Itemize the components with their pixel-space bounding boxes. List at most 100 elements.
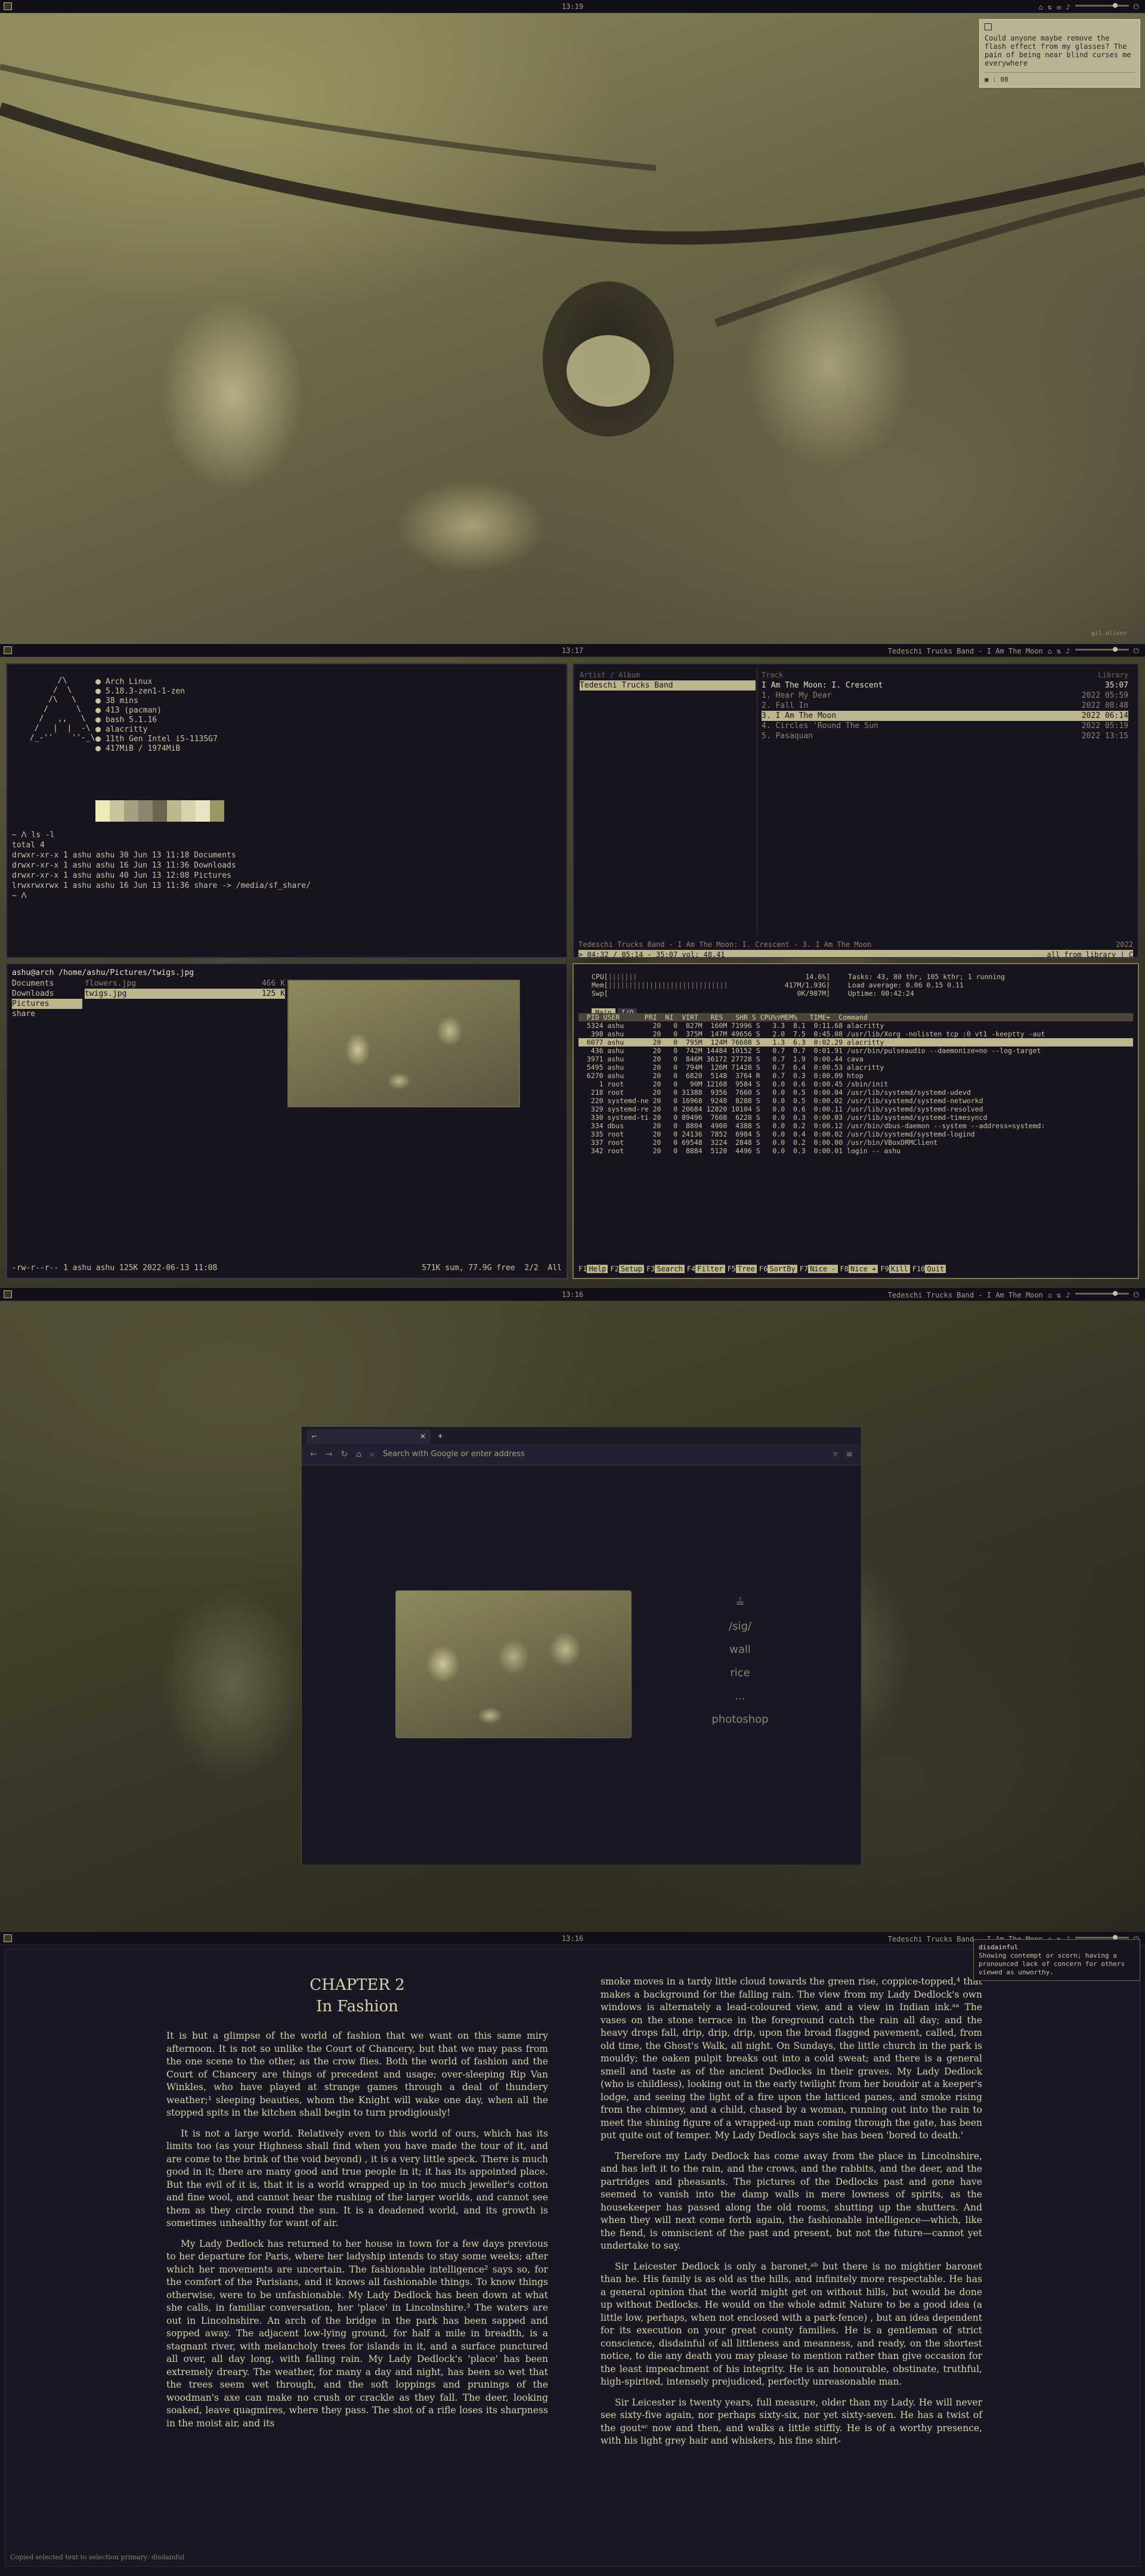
- fkey-nice[interactable]: F7 Nice -: [800, 1265, 838, 1273]
- parent-dir-item[interactable]: Pictures: [12, 999, 82, 1009]
- volume-slider[interactable]: [1075, 1935, 1129, 1940]
- terminal-htop[interactable]: CPU[||||||| 14.6%] Mem[||||||||||||||||||…: [572, 963, 1139, 1279]
- arch-logo-ascii: /\ / \ /\ \ / \ / ,, \ / | | -\ /_-'' ''…: [25, 676, 95, 743]
- volume-icon[interactable]: ♪: [1066, 647, 1070, 655]
- lf-status-left: -rw-r--r-- 1 ashu ashu 125K 2022-06-13 1…: [12, 1264, 218, 1272]
- back-icon[interactable]: ←: [310, 1450, 317, 1459]
- fkey-setup[interactable]: F2 Setup: [610, 1265, 644, 1273]
- file-item[interactable]: flowers.jpg 466 K: [85, 979, 285, 989]
- track-item[interactable]: 2. Fall In 2022 08:48: [762, 701, 1128, 711]
- volume-icon[interactable]: ♪: [1066, 1291, 1070, 1299]
- fkey-help[interactable]: F1 Help: [578, 1265, 608, 1273]
- process-table: PID USER PRI NI VIRT RES SHR S CPU%▽MEM%…: [578, 1013, 1133, 1155]
- process-row[interactable]: 398 ashu 20 0 375M 147M 49656 S 2.0 7.5 …: [578, 1030, 1133, 1038]
- parent-dir-item[interactable]: Documents: [12, 979, 82, 989]
- forward-icon[interactable]: →: [326, 1450, 333, 1459]
- url-bar[interactable]: Search with Google or enter address: [383, 1450, 825, 1459]
- top-panel: 13:16 Tedeschi Trucks Band - I Am The Mo…: [0, 1288, 1145, 1301]
- lock-icon[interactable]: ⌂: [1048, 1291, 1052, 1299]
- screen-tiled-terminals: 13:17 Tedeschi Trucks Band - I Am The Mo…: [0, 644, 1145, 1288]
- process-row[interactable]: 5495 ashu 20 0 794M 126M 71428 S 0.7 6.4…: [578, 1063, 1133, 1072]
- menu-icon[interactable]: ≡: [846, 1450, 853, 1459]
- progress-bar[interactable]: > 04:32 / 05:14 - 35:07 vol: 48,41 all fr…: [578, 950, 1133, 957]
- lock-icon[interactable]: ⌂: [1048, 647, 1052, 655]
- fkey-filter[interactable]: F4 Filter: [687, 1265, 725, 1273]
- power-icon[interactable]: ⏻: [1134, 2, 1140, 11]
- process-row[interactable]: 342 root 20 0 8884 5120 4496 S 0.0 0.3 0…: [578, 1147, 1133, 1155]
- volume-icon[interactable]: ♪: [1066, 3, 1070, 11]
- fkey-kill[interactable]: F9 Kill: [880, 1265, 910, 1273]
- fkey-key: F7: [799, 1265, 809, 1273]
- notification-popup[interactable]: Could anyone maybe remove the flash effe…: [979, 19, 1140, 88]
- search-icon: ⌕: [370, 1449, 375, 1459]
- function-key-bar: F1 Help F2 Setup F3 Search F4 Filter F5 Tree F6 Sor…: [578, 1265, 946, 1273]
- terminal-file-manager[interactable]: ashu@arch /home/ashu/Pictures/twigs.jpg …: [6, 963, 568, 1279]
- power-icon[interactable]: ⏻: [1134, 646, 1140, 655]
- packages-value: 413 (pacman): [106, 706, 162, 715]
- fkey-label: Nice -: [808, 1265, 838, 1273]
- parent-dir-item[interactable]: share: [12, 1009, 82, 1019]
- process-row[interactable]: 337 root 20 0 69548 3224 2848 S 0.0 0.2 …: [578, 1138, 1133, 1147]
- network-icon[interactable]: ⇅: [1057, 1291, 1061, 1299]
- terminal-fetch[interactable]: /\ / \ /\ \ / \ / ,, \ / | | -\ /_-'' ''…: [6, 663, 568, 958]
- fkey-quit[interactable]: F10 Quit: [912, 1265, 946, 1273]
- mail-icon[interactable]: ✉: [1057, 3, 1061, 11]
- player-status: Tedeschi Trucks Band - I Am The Moon: I.…: [578, 940, 1133, 957]
- network-icon[interactable]: ⇅: [1048, 3, 1052, 11]
- process-row[interactable]: 3971 ashu 20 0 846M 36172 27728 S 0.7 1.…: [578, 1055, 1133, 1063]
- lock-icon[interactable]: ⌂: [1039, 3, 1043, 11]
- parent-dir-item[interactable]: Downloads: [12, 989, 82, 999]
- fkey-sortby[interactable]: F6 SortBy: [759, 1265, 797, 1273]
- os-icon: [95, 679, 101, 685]
- start-page-links: ≟ /sig/ wall rice ... photoshop: [689, 1592, 791, 1731]
- network-icon[interactable]: ⇅: [1057, 647, 1061, 655]
- volume-slider[interactable]: [1075, 1291, 1129, 1296]
- start-link-photoshop[interactable]: photoshop: [689, 1708, 791, 1731]
- process-row[interactable]: 329 systemd-re 20 0 20684 12820 10104 S …: [578, 1105, 1133, 1113]
- track-item[interactable]: 3. I Am The Moon 2022 06:14: [762, 711, 1128, 721]
- start-link-wall[interactable]: wall: [689, 1638, 791, 1661]
- fkey-search[interactable]: F3 Search: [646, 1265, 685, 1273]
- process-row[interactable]: 436 ashu 20 0 742M 14484 10152 S 0.7 0.7…: [578, 1046, 1133, 1055]
- track-item[interactable]: 4. Circles 'Round The Sun 2022 05:19: [762, 721, 1128, 731]
- tab-close-icon[interactable]: ✕: [420, 1432, 426, 1441]
- power-icon[interactable]: ⏻: [1134, 1290, 1140, 1299]
- uptime-icon: [95, 698, 101, 704]
- fkey-tree[interactable]: F5 Tree: [728, 1265, 757, 1273]
- shell-line: lrwxrwxrwx 1 ashu ashu 16 Jun 13 11:36 s…: [12, 881, 311, 890]
- start-link-rice[interactable]: rice: [689, 1661, 791, 1685]
- shell-output: ~ ᐱ ls -l total 4 drwxr-xr-x 1 ashu ashu 3…: [12, 830, 311, 901]
- fkey-nice[interactable]: F8 Nice +: [840, 1265, 878, 1273]
- track-item[interactable]: 5. Pasaquan 2022 13:15: [762, 731, 1128, 741]
- process-row[interactable]: 5324 ashu 20 0 827M 160M 71996 S 3.3 8.1…: [578, 1021, 1133, 1030]
- volume-slider[interactable]: [1075, 3, 1129, 8]
- process-row[interactable]: 335 root 20 0 24136 7852 6984 S 0.0 0.4 …: [578, 1130, 1133, 1138]
- file-item[interactable]: twigs.jpg 125 K: [85, 989, 285, 999]
- cpu-value: 11th Gen Intel i5-1135G7: [106, 735, 218, 744]
- track-item[interactable]: 1. Hear My Dear 2022 05:59: [762, 691, 1128, 701]
- system-tray: Tedeschi Trucks Band - I Am The Moon ⌂ ⇅…: [888, 646, 1139, 655]
- process-row[interactable]: 330 systemd-ti 20 0 89496 7608 6228 S 0.…: [578, 1113, 1133, 1122]
- start-link-ellipsis: ...: [735, 1690, 745, 1702]
- process-row[interactable]: 220 systemd-ne 20 0 16968 9248 8288 S 0.…: [578, 1097, 1133, 1105]
- top-panel: 13:17 Tedeschi Trucks Band - I Am The Mo…: [0, 644, 1145, 657]
- shell-line: drwxr-xr-x 1 ashu ashu 40 Jun 13 12:08 P…: [12, 871, 231, 880]
- terminal-music-player[interactable]: Artist / Album Tedeschi Trucks Band Trac…: [572, 663, 1139, 958]
- process-row[interactable]: 1 root 20 0 90M 12168 9584 S 0.0 0.6 0:0…: [578, 1080, 1133, 1088]
- pocket-icon[interactable]: ▿: [833, 1450, 837, 1459]
- paragraph: My Lady Dedlock has returned to her hous…: [166, 2238, 548, 2429]
- volume-slider[interactable]: [1075, 647, 1129, 652]
- start-link-logo[interactable]: ≟: [689, 1592, 791, 1615]
- process-row[interactable]: 334 dbus 20 0 8804 4900 4388 S 0.0 0.2 0…: [578, 1122, 1133, 1130]
- artist-item[interactable]: Tedeschi Trucks Band: [580, 680, 756, 691]
- reload-icon[interactable]: ↻: [341, 1450, 348, 1459]
- process-row[interactable]: 6270 ashu 20 0 6820 5148 3764 R 0.7 0.3 …: [578, 1072, 1133, 1080]
- dictionary-popup[interactable]: disdainful Showing contempt or scorn; ha…: [973, 1939, 1140, 1981]
- process-row[interactable]: 218 root 20 0 31388 9356 7660 S 0.0 0.5 …: [578, 1088, 1133, 1097]
- process-row[interactable]: 6077 ashu 20 0 795M 124M 76608 S 1.3 6.3…: [578, 1038, 1133, 1046]
- ebook-reader[interactable]: CHAPTER 2 In Fashion It is but a glimpse…: [5, 1949, 1140, 2566]
- home-icon[interactable]: ⌂: [356, 1450, 361, 1459]
- start-link-sig[interactable]: /sig/: [689, 1615, 791, 1638]
- browser-tab[interactable]: ⌐ ✕: [307, 1429, 431, 1444]
- new-tab-button[interactable]: +: [438, 1432, 442, 1444]
